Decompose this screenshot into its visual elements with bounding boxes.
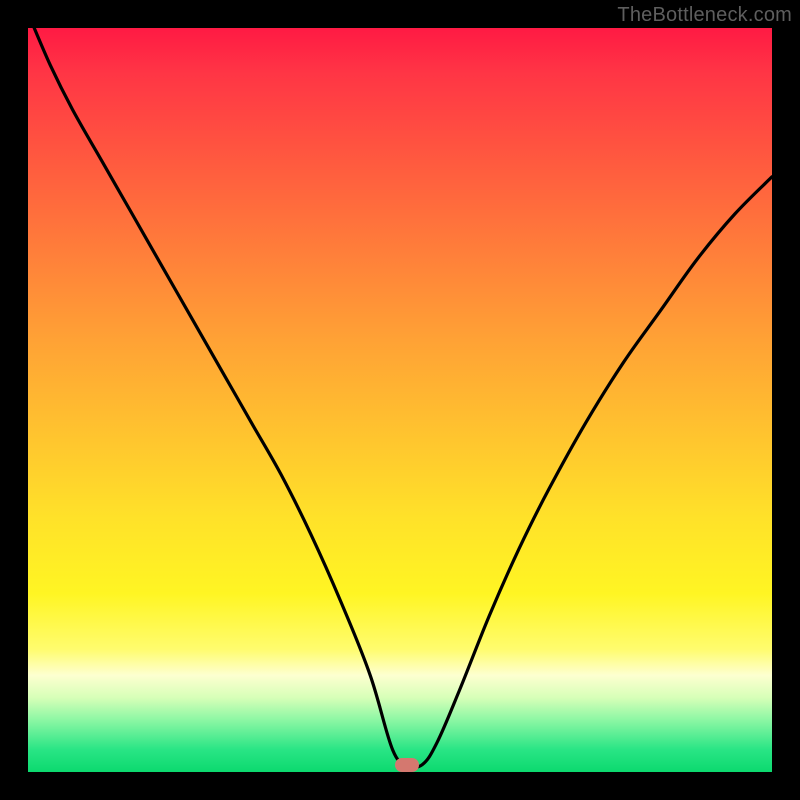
minimum-marker [395,758,419,772]
watermark-text: TheBottleneck.com [617,4,792,27]
chart-frame: TheBottleneck.com [0,0,800,800]
bottleneck-curve [28,28,772,772]
